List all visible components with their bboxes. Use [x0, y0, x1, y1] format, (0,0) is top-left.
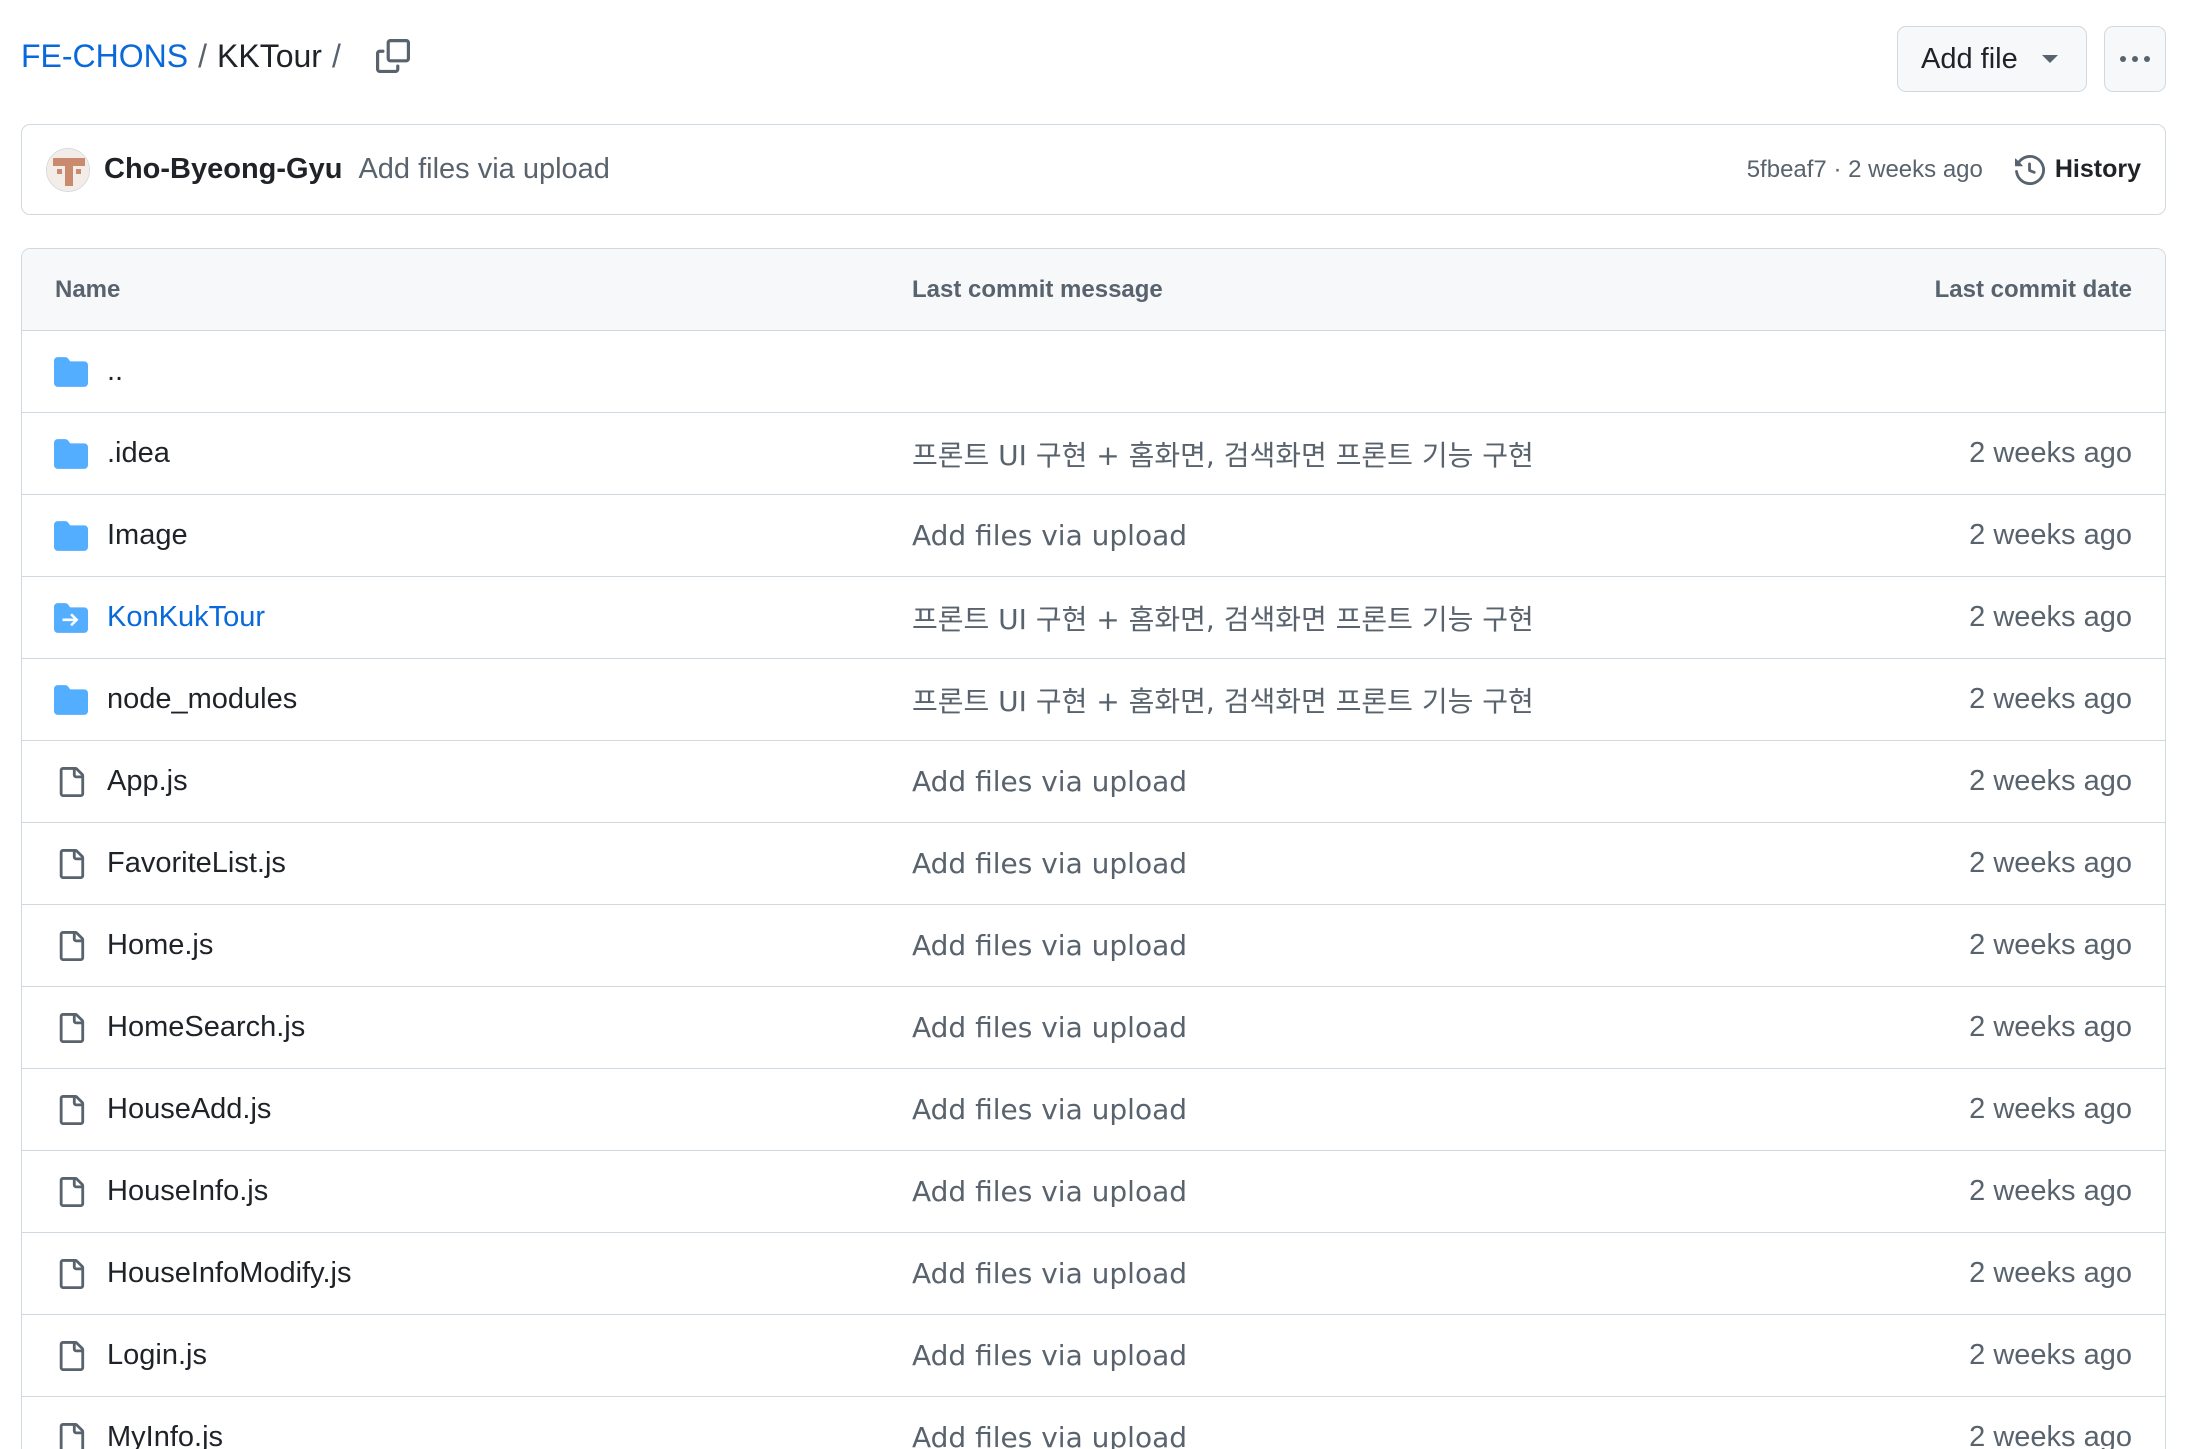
repo-header: FE-CHONS / KKTour / Add file — [21, 26, 2166, 92]
file-row[interactable]: Login.js Add files via upload 2 weeks ag… — [22, 1315, 2165, 1397]
submodule-folder-icon — [54, 601, 88, 635]
breadcrumb-separator: / — [198, 38, 207, 74]
header-actions: Add file — [1897, 26, 2166, 92]
commit-message-link[interactable]: Add files via upload — [912, 1339, 1187, 1372]
commit-date: 2 weeks ago — [1969, 1011, 2132, 1043]
commit-message-link[interactable]: 프론트 UI 구현 + 홈화면, 검색화면 프론트 기능 구현 — [912, 680, 1534, 720]
header-last-commit-date: Last commit date — [1934, 275, 2132, 303]
commit-date: 2 weeks ago — [1969, 437, 2132, 469]
commit-sha-and-time[interactable]: 5fbeaf7 · 2 weeks ago — [1747, 156, 1983, 184]
file-name-link[interactable]: Login.js — [107, 1339, 207, 1372]
header-name: Name — [55, 275, 121, 303]
commit-author-link[interactable]: Cho-Byeong-Gyu — [104, 153, 342, 186]
file-row[interactable]: Image Add files via upload 2 weeks ago — [22, 495, 2165, 577]
commit-date: 2 weeks ago — [1969, 1175, 2132, 1207]
breadcrumb-repo: KKTour — [217, 38, 322, 74]
file-row[interactable]: HouseInfoModify.js Add files via upload … — [22, 1233, 2165, 1315]
commit-message-link[interactable]: Add files via upload — [912, 519, 1187, 552]
folder-icon — [54, 683, 88, 717]
file-icon — [54, 929, 88, 963]
triangle-down-icon — [2042, 55, 2058, 63]
commit-date: 2 weeks ago — [1969, 683, 2132, 715]
commit-right: 5fbeaf7 · 2 weeks ago History — [1747, 154, 2141, 185]
commit-message-link[interactable]: Add files via upload — [912, 847, 1187, 880]
file-icon — [54, 765, 88, 799]
file-name-link[interactable]: .idea — [107, 437, 170, 470]
file-row[interactable]: node_modules 프론트 UI 구현 + 홈화면, 검색화면 프론트 기… — [22, 659, 2165, 741]
commit-message-link[interactable]: Add files via upload — [912, 765, 1187, 798]
folder-icon — [54, 519, 88, 553]
file-row[interactable]: KonKukTour 프론트 UI 구현 + 홈화면, 검색화면 프론트 기능 … — [22, 577, 2165, 659]
commit-message-link[interactable]: Add files via upload — [912, 1175, 1187, 1208]
breadcrumb-owner-link[interactable]: FE-CHONS — [21, 36, 188, 76]
commit-message-link[interactable]: 프론트 UI 구현 + 홈화면, 검색화면 프론트 기능 구현 — [912, 598, 1534, 638]
file-table: Name Last commit message Last commit dat… — [21, 248, 2166, 1449]
file-icon — [54, 847, 88, 881]
breadcrumb-trailing-separator: / — [331, 38, 341, 74]
file-name-link[interactable]: Image — [107, 519, 188, 552]
commit-date: 2 weeks ago — [1969, 1093, 2132, 1125]
copy-path-icon[interactable] — [373, 36, 413, 76]
commit-message-link[interactable]: 프론트 UI 구현 + 홈화면, 검색화면 프론트 기능 구현 — [912, 434, 1534, 474]
commit-message-link[interactable]: Add files via upload — [912, 929, 1187, 962]
commit-date: 2 weeks ago — [1969, 519, 2132, 551]
file-icon — [54, 1257, 88, 1291]
commit-date: 2 weeks ago — [1969, 847, 2132, 879]
parent-directory-row[interactable]: .. — [22, 331, 2165, 413]
file-name-link[interactable]: node_modules — [107, 683, 297, 716]
add-file-label: Add file — [1921, 42, 2018, 75]
file-row[interactable]: HouseAdd.js Add files via upload 2 weeks… — [22, 1069, 2165, 1151]
kebab-horizontal-icon — [2120, 56, 2150, 62]
table-header: Name Last commit message Last commit dat… — [22, 249, 2165, 331]
commit-message-link[interactable]: Add files via upload — [358, 153, 610, 186]
file-name-link[interactable]: HouseInfo.js — [107, 1175, 268, 1208]
parent-directory-link[interactable]: .. — [107, 355, 123, 388]
latest-commit-box: Cho-Byeong-Gyu Add files via upload 5fbe… — [21, 124, 2166, 215]
file-icon — [54, 1093, 88, 1127]
file-row[interactable]: HouseInfo.js Add files via upload 2 week… — [22, 1151, 2165, 1233]
commit-date: 2 weeks ago — [1969, 765, 2132, 797]
file-name-link[interactable]: HomeSearch.js — [107, 1011, 305, 1044]
commit-date: 2 weeks ago — [1969, 1421, 2132, 1449]
file-name-link[interactable]: App.js — [107, 765, 188, 798]
commit-date: 2 weeks ago — [1969, 929, 2132, 961]
add-file-button[interactable]: Add file — [1897, 26, 2087, 92]
folder-icon — [54, 355, 88, 389]
file-icon — [54, 1339, 88, 1373]
commit-date: 2 weeks ago — [1969, 601, 2132, 633]
file-row[interactable]: HomeSearch.js Add files via upload 2 wee… — [22, 987, 2165, 1069]
file-row[interactable]: App.js Add files via upload 2 weeks ago — [22, 741, 2165, 823]
file-name-link[interactable]: HouseAdd.js — [107, 1093, 271, 1126]
file-icon — [54, 1421, 88, 1449]
file-row[interactable]: Home.js Add files via upload 2 weeks ago — [22, 905, 2165, 987]
file-row[interactable]: FavoriteList.js Add files via upload 2 w… — [22, 823, 2165, 905]
history-icon — [2014, 154, 2045, 185]
file-name-link[interactable]: FavoriteList.js — [107, 847, 286, 880]
file-row[interactable]: MyInfo.js Add files via upload 2 weeks a… — [22, 1397, 2165, 1449]
folder-icon — [54, 437, 88, 471]
submodule-link[interactable]: KonKukTour — [107, 601, 265, 634]
commit-message-link[interactable]: Add files via upload — [912, 1421, 1187, 1449]
page: FE-CHONS / KKTour / Add file Cho-Byeong-… — [0, 0, 2187, 1449]
file-name-link[interactable]: HouseInfoModify.js — [107, 1257, 351, 1290]
header-last-commit-message: Last commit message — [912, 275, 1163, 303]
commit-message-link[interactable]: Add files via upload — [912, 1011, 1187, 1044]
commit-date: 2 weeks ago — [1969, 1339, 2132, 1371]
file-icon — [54, 1175, 88, 1209]
file-icon — [54, 1011, 88, 1045]
history-label: History — [2054, 155, 2141, 183]
history-button[interactable]: History — [2014, 154, 2141, 185]
more-options-button[interactable] — [2104, 26, 2166, 92]
avatar[interactable] — [46, 147, 90, 192]
file-name-link[interactable]: Home.js — [107, 929, 213, 962]
commit-date: 2 weeks ago — [1969, 1257, 2132, 1289]
breadcrumb: FE-CHONS / KKTour / — [21, 36, 413, 76]
file-name-link[interactable]: MyInfo.js — [107, 1421, 223, 1449]
commit-message-link[interactable]: Add files via upload — [912, 1093, 1187, 1126]
commit-message-link[interactable]: Add files via upload — [912, 1257, 1187, 1290]
file-row[interactable]: .idea 프론트 UI 구현 + 홈화면, 검색화면 프론트 기능 구현 2 … — [22, 413, 2165, 495]
